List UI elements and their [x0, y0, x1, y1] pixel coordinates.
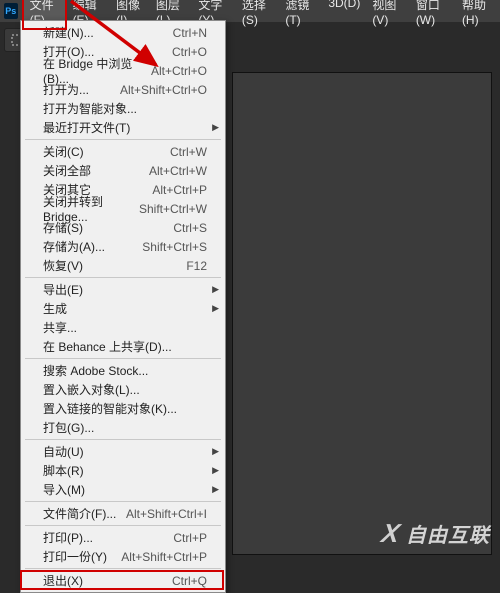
menu-item-shortcut: Alt+Ctrl+W [149, 164, 213, 178]
menu-item[interactable]: 关闭并转到 Bridge...Shift+Ctrl+W [21, 199, 225, 218]
menu-item-shortcut: Ctrl+P [173, 531, 213, 545]
menu-item[interactable]: 恢复(V) F12 [21, 256, 225, 275]
menubar-item[interactable]: 滤镜(T) [279, 0, 322, 30]
menu-item-label: 导出(E) [43, 281, 83, 298]
menubar-item[interactable]: 3D(D) [322, 0, 366, 30]
menu-item-label: 退出(X) [43, 572, 83, 589]
menu-item-shortcut: Ctrl+Q [172, 574, 213, 588]
menu-item-shortcut: Alt+Ctrl+P [152, 183, 213, 197]
menu-item-label: 导入(M) [43, 481, 85, 498]
chevron-right-icon: ▶ [212, 465, 219, 476]
chevron-right-icon: ▶ [212, 284, 219, 295]
menu-item-label: 打开为智能对象... [43, 100, 137, 117]
menu-separator [25, 525, 221, 526]
menu-item-label: 共享... [43, 319, 77, 336]
menu-item-label: 文件简介(F)... [43, 505, 116, 522]
menu-item[interactable]: 最近打开文件(T) ▶ [21, 118, 225, 137]
menu-item[interactable]: 搜索 Adobe Stock... [21, 361, 225, 380]
menu-item-label: 打包(G)... [43, 419, 94, 436]
watermark-text: 自由互联 [406, 519, 490, 548]
chevron-right-icon: ▶ [212, 122, 219, 133]
menu-item-shortcut: Alt+Shift+Ctrl+I [126, 507, 213, 521]
menu-item-label: 最近打开文件(T) [43, 119, 130, 136]
menu-item[interactable]: 导入(M) ▶ [21, 480, 225, 499]
menu-item-shortcut: Shift+Ctrl+W [139, 202, 213, 216]
menu-item-shortcut: Alt+Shift+Ctrl+P [121, 550, 213, 564]
menu-separator [25, 501, 221, 502]
menu-separator [25, 439, 221, 440]
menu-item[interactable]: 置入链接的智能对象(K)... [21, 399, 225, 418]
menu-item[interactable]: 生成 ▶ [21, 299, 225, 318]
file-menu-dropdown: 新建(N)...Ctrl+N打开(O)...Ctrl+O在 Bridge 中浏览… [20, 20, 226, 593]
menu-item[interactable]: 导出(E) ▶ [21, 280, 225, 299]
menu-item[interactable]: 打印一份(Y) Alt+Shift+Ctrl+P [21, 547, 225, 566]
menu-item-label: 生成 [43, 300, 67, 317]
menu-item-shortcut: Ctrl+O [172, 45, 213, 59]
menu-item-label: 新建(N)... [43, 24, 94, 41]
menu-item-label: 在 Behance 上共享(D)... [43, 338, 172, 355]
menu-item[interactable]: 置入嵌入对象(L)... [21, 380, 225, 399]
menu-item-label: 打印一份(Y) [43, 548, 107, 565]
menubar-item[interactable]: 窗口(W) [410, 0, 456, 30]
menu-item[interactable]: 新建(N)... Ctrl+N [21, 23, 225, 42]
menu-item-label: 存储(S) [43, 219, 83, 236]
menu-item[interactable]: 存储(S) Ctrl+S [21, 218, 225, 237]
menu-item-label: 置入嵌入对象(L)... [43, 381, 140, 398]
menu-separator [25, 568, 221, 569]
menu-item[interactable]: 在 Behance 上共享(D)... [21, 337, 225, 356]
chevron-right-icon: ▶ [212, 303, 219, 314]
menu-item[interactable]: 打印(P)... Ctrl+P [21, 528, 225, 547]
menubar-item[interactable]: 视图(V) [366, 0, 410, 30]
menu-item-shortcut: Ctrl+N [173, 26, 213, 40]
menu-item[interactable]: 文件简介(F)... Alt+Shift+Ctrl+I [21, 504, 225, 523]
menubar-item[interactable]: 帮助(H) [456, 0, 500, 30]
menu-item-shortcut: Alt+Shift+Ctrl+O [120, 83, 213, 97]
menu-item[interactable]: 关闭全部 Alt+Ctrl+W [21, 161, 225, 180]
menubar: Ps 文件(F)编辑(E)图像(I)图层(L)文字(Y)选择(S)滤镜(T)3D… [0, 0, 500, 22]
menu-item[interactable]: 打包(G)... [21, 418, 225, 437]
menu-item[interactable]: 打开为智能对象... [21, 99, 225, 118]
menubar-item[interactable]: 选择(S) [236, 0, 280, 30]
menu-item-shortcut: Shift+Ctrl+S [142, 240, 213, 254]
app-icon: Ps [4, 3, 18, 19]
watermark: X 自由互联 [382, 518, 490, 549]
menu-item-label: 关闭(C) [43, 143, 84, 160]
menu-item[interactable]: 退出(X) Ctrl+Q [21, 571, 225, 590]
menu-item[interactable]: 打开为... Alt+Shift+Ctrl+O [21, 80, 225, 99]
menu-item-label: 自动(U) [43, 443, 84, 460]
watermark-x-icon: X [379, 518, 403, 549]
menu-item-label: 存储为(A)... [43, 238, 105, 255]
menu-item[interactable]: 脚本(R) ▶ [21, 461, 225, 480]
menu-item-shortcut: Ctrl+W [170, 145, 213, 159]
menu-item-label: 打印(P)... [43, 529, 93, 546]
menu-item[interactable]: 存储为(A)... Shift+Ctrl+S [21, 237, 225, 256]
menu-item-label: 打开为... [43, 81, 89, 98]
menu-separator [25, 358, 221, 359]
menu-separator [25, 139, 221, 140]
menu-item[interactable]: 在 Bridge 中浏览(B)...Alt+Ctrl+O [21, 61, 225, 80]
menu-item[interactable]: 自动(U) ▶ [21, 442, 225, 461]
menu-item-shortcut: Ctrl+S [173, 221, 213, 235]
menu-item-label: 搜索 Adobe Stock... [43, 362, 148, 379]
menu-item-label: 脚本(R) [43, 462, 84, 479]
menu-item[interactable]: 关闭(C) Ctrl+W [21, 142, 225, 161]
menu-item-shortcut: Alt+Ctrl+O [151, 64, 213, 78]
chevron-right-icon: ▶ [212, 484, 219, 495]
menu-item-shortcut: F12 [186, 259, 213, 273]
menu-item-label: 恢复(V) [43, 257, 83, 274]
menu-item-label: 关闭全部 [43, 162, 91, 179]
chevron-right-icon: ▶ [212, 446, 219, 457]
menu-item-label: 置入链接的智能对象(K)... [43, 400, 177, 417]
menu-item[interactable]: 共享... [21, 318, 225, 337]
document-canvas [232, 72, 492, 555]
menu-separator [25, 277, 221, 278]
